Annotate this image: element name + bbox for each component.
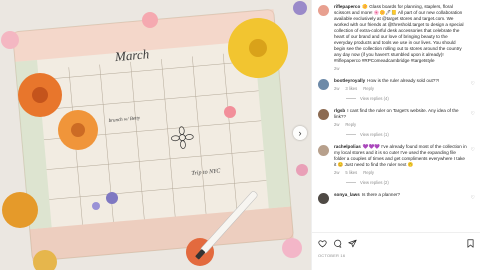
view-replies-link[interactable]: View replies (1) (346, 132, 467, 138)
comment-likes[interactable]: 5 likes (345, 170, 357, 175)
next-photo-button[interactable]: › (293, 126, 307, 140)
comment-text: How is the ruler already sold out??! (367, 78, 440, 83)
avatar[interactable] (318, 193, 329, 204)
comments-list[interactable]: riflepaperco 🌼 Glass boards for planning,… (312, 0, 480, 232)
comment-time: 2w (334, 122, 340, 127)
post-footer: OCTOBER 16 (312, 232, 480, 270)
avatar[interactable] (318, 79, 329, 90)
comment-item: rlgsb I cant find the ruler on Target's w… (318, 108, 475, 138)
action-bar (318, 237, 475, 249)
comment-item: sonya_laws Is there a planner? ♡ (318, 192, 475, 204)
reply-button[interactable]: Reply (345, 122, 356, 127)
chevron-right-icon: › (298, 128, 302, 138)
comment-time: 2w (334, 66, 340, 71)
heart-icon[interactable]: ♡ (471, 111, 475, 117)
heart-icon[interactable]: ♡ (471, 195, 475, 201)
comment-likes[interactable]: 3 likes (345, 86, 357, 91)
comment-text: 🌼 Glass boards for planning, staplers, f… (334, 4, 464, 63)
comment-item: bootleyroyally How is the ruler already s… (318, 78, 475, 102)
post-date[interactable]: OCTOBER 16 (318, 253, 475, 258)
comment-item: rachelpolias 💜💜💜 I've already found most … (318, 144, 475, 186)
comment-text: Is there a planner? (361, 192, 401, 197)
comment-username[interactable]: rachelpolias (334, 144, 361, 149)
comments-panel: riflepaperco 🌼 Glass boards for planning,… (311, 0, 480, 270)
comment-icon[interactable] (333, 239, 342, 248)
reply-button[interactable]: Reply (363, 86, 374, 91)
instagram-post: March brunch w/ Betty Trip to NYC › rifl… (0, 0, 480, 270)
heart-icon[interactable] (318, 239, 327, 248)
caption-comment: riflepaperco 🌼 Glass boards for planning,… (318, 4, 475, 72)
comment-text: I cant find the ruler on Target's websit… (334, 108, 459, 119)
comment-username[interactable]: sonya_laws (334, 192, 360, 197)
comment-username[interactable]: rlgsb (334, 108, 345, 113)
avatar[interactable] (318, 109, 329, 120)
month-label: March (113, 46, 149, 64)
bookmark-icon[interactable] (466, 238, 475, 248)
share-icon[interactable] (348, 239, 357, 248)
heart-icon[interactable]: ♡ (471, 147, 475, 153)
comment-username[interactable]: riflepaperco (334, 4, 360, 9)
comment-username[interactable]: bootleyroyally (334, 78, 365, 83)
reply-button[interactable]: Reply (363, 170, 374, 175)
comment-time: 2w (334, 170, 340, 175)
comment-time: 2w (334, 86, 340, 91)
post-photo-artwork: March brunch w/ Betty Trip to NYC (0, 0, 311, 270)
post-photo[interactable]: March brunch w/ Betty Trip to NYC › (0, 0, 311, 270)
heart-icon[interactable]: ♡ (471, 81, 475, 87)
avatar[interactable] (318, 145, 329, 156)
avatar[interactable] (318, 5, 329, 16)
view-replies-link[interactable]: View replies (2) (346, 180, 467, 186)
view-replies-link[interactable]: View replies (4) (346, 96, 467, 102)
